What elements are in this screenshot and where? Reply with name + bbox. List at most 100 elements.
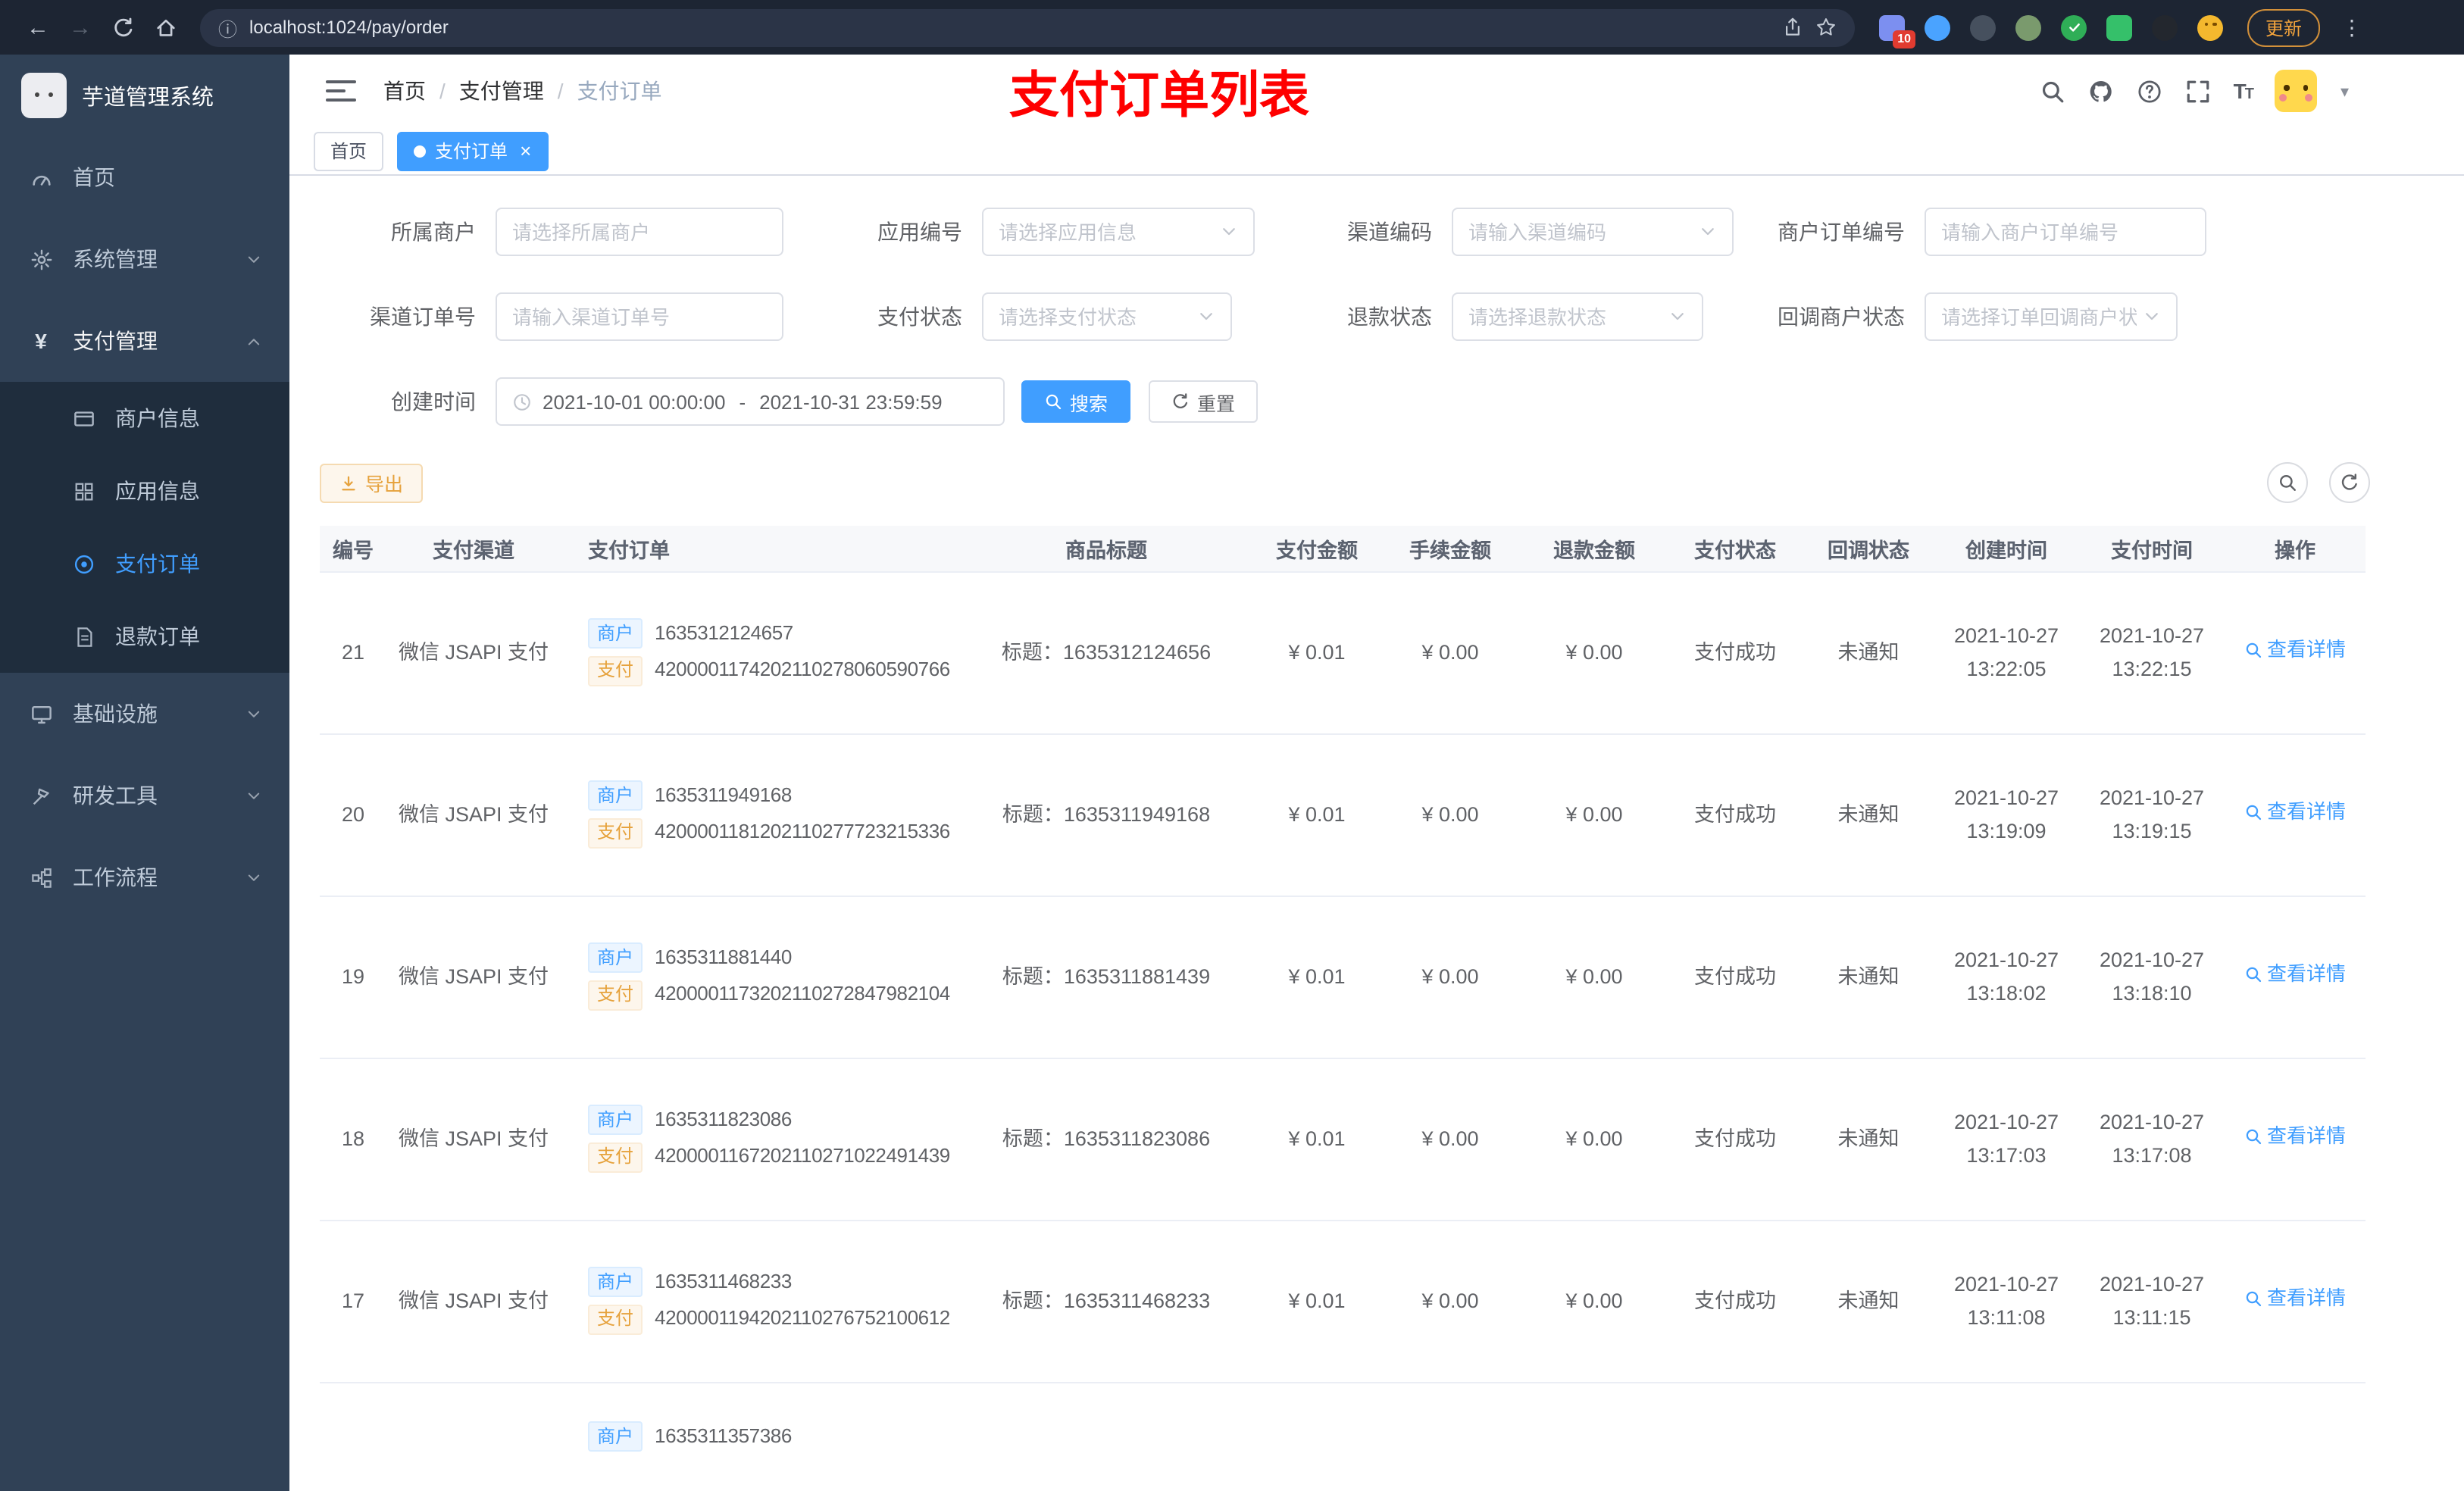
notify-status-input[interactable]	[1941, 305, 2137, 328]
sidebar-item-workflow[interactable]: 工作流程	[0, 836, 289, 918]
refresh-icon	[2340, 473, 2359, 492]
fee-amount-cell: ¥ 0.00	[1379, 733, 1521, 896]
refund-status-input[interactable]	[1468, 305, 1662, 328]
url-text[interactable]: localhost:1024/pay/order	[249, 17, 449, 38]
view-detail-link[interactable]: 查看详情	[2244, 1121, 2346, 1153]
extension-ghost-icon[interactable]	[2152, 14, 2178, 40]
filter-label: 渠道订单号	[370, 305, 476, 329]
view-detail-link[interactable]: 查看详情	[2244, 959, 2346, 991]
workflow-icon	[27, 866, 55, 889]
date-end[interactable]: 2021-10-31 23:59:59	[759, 390, 942, 413]
browser-forward-button[interactable]: →	[61, 8, 100, 47]
hide-search-button[interactable]	[2267, 462, 2308, 503]
channel-order-no-field[interactable]	[496, 292, 783, 341]
merchant-order-line: 商户 1635311823086	[588, 1105, 958, 1136]
face-eye-right	[2212, 22, 2216, 26]
user-avatar[interactable]	[2275, 70, 2318, 112]
fee-amount-cell: ¥ 0.00	[1379, 1220, 1521, 1383]
sidebar-toggle-icon[interactable]	[326, 80, 356, 102]
sidebar-item-payment[interactable]: ¥ 支付管理	[0, 300, 289, 382]
fullscreen-icon[interactable]	[2185, 78, 2211, 104]
merchant-order-no: 1635311468233	[655, 1269, 792, 1293]
order-id-cell: 17	[320, 1220, 386, 1383]
channel-code-select[interactable]	[1452, 208, 1734, 256]
share-icon[interactable]	[1782, 17, 1803, 38]
filter-row-1: 所属商户 应用编号 渠道编码 商户订单编号	[309, 208, 2464, 256]
extension-green-icon[interactable]	[2015, 14, 2041, 40]
user-caret-icon[interactable]: ▾	[2340, 81, 2349, 101]
refund-status-select[interactable]	[1452, 292, 1703, 341]
sidebar-item-label: 研发工具	[73, 783, 158, 808]
pay-order-cell: 商户 1635311468233 支付 42000011942021102767…	[561, 1220, 958, 1383]
browser-menu-icon[interactable]: ⋮	[2341, 14, 2362, 40]
sidebar-item-app-info[interactable]: 应用信息	[0, 455, 289, 527]
sidebar: 芋道管理系统 首页 系统管理 ¥ 支付管理 商户信息 应用信息 支付订单 退款订…	[0, 55, 289, 1491]
pay-time-cell: 2021-10-27 13:19:15	[2079, 733, 2225, 896]
browser-update-button[interactable]: 更新	[2247, 8, 2321, 46]
col-pay-time: 支付时间	[2079, 526, 2225, 572]
action-cell: 查看详情	[2225, 571, 2366, 734]
sidebar-item-merchant-info[interactable]: 商户信息	[0, 382, 289, 455]
merchant-select-input[interactable]	[512, 220, 767, 243]
breadcrumb-section[interactable]: 支付管理	[459, 76, 544, 106]
search-button[interactable]: 搜索	[1021, 380, 1131, 423]
sidebar-item-infra[interactable]: 基础设施	[0, 673, 289, 755]
export-button[interactable]: 导出	[320, 463, 424, 502]
browser-back-button[interactable]: ←	[18, 8, 58, 47]
view-detail-link[interactable]: 查看详情	[2244, 635, 2346, 667]
reset-button[interactable]: 重置	[1149, 380, 1259, 423]
extension-dark-icon[interactable]	[1970, 14, 1996, 40]
notify-status-select[interactable]	[1925, 292, 2178, 341]
font-small-glyph: T	[2244, 86, 2254, 103]
address-bar[interactable]: ⓘ localhost:1024/pay/order	[200, 8, 1855, 46]
create-time-cell: 2021-10-27 13:11:08	[1934, 1220, 2079, 1383]
app-no-select-input[interactable]	[999, 220, 1214, 243]
merchant-order-no-field[interactable]	[1925, 208, 2206, 256]
pay-amount-cell: ¥ 0.01	[1255, 733, 1379, 896]
col-pay-amount: 支付金额	[1255, 526, 1379, 572]
tab-pay-order[interactable]: 支付订单 ×	[397, 131, 549, 170]
github-icon[interactable]	[2088, 78, 2114, 104]
view-detail-link[interactable]: 查看详情	[2244, 1283, 2346, 1315]
extension-apps-icon[interactable]: 10	[1879, 14, 1915, 48]
refresh-table-button[interactable]	[2329, 462, 2370, 503]
breadcrumb-home[interactable]: 首页	[383, 76, 426, 106]
search-icon[interactable]	[2040, 78, 2065, 104]
font-size-icon[interactable]: TT	[2234, 79, 2254, 103]
app-no-select[interactable]	[982, 208, 1255, 256]
view-detail-link[interactable]: 查看详情	[2244, 797, 2346, 829]
sidebar-item-pay-order[interactable]: 支付订单	[0, 527, 289, 600]
refund-amount-cell: ¥ 0.00	[1521, 1058, 1667, 1221]
bookmark-star-icon[interactable]	[1815, 17, 1837, 38]
extension-check-icon[interactable]	[2061, 14, 2087, 40]
chevron-up-icon	[245, 333, 262, 349]
channel-code-input[interactable]	[1468, 220, 1693, 243]
app-logo[interactable]: 芋道管理系统	[0, 55, 289, 136]
pay-status-cell: 支付成功	[1667, 896, 1803, 1058]
date-start[interactable]: 2021-10-01 00:00:00	[543, 390, 725, 413]
extension-chat-icon[interactable]	[2106, 14, 2132, 40]
pay-status-input[interactable]	[999, 305, 1191, 328]
extension-drop-icon[interactable]	[1925, 14, 1950, 40]
tab-home[interactable]: 首页	[314, 131, 384, 170]
help-icon[interactable]	[2137, 78, 2162, 104]
check-icon	[2066, 20, 2081, 35]
sidebar-item-label: 退款订单	[115, 624, 200, 649]
channel-order-no-input[interactable]	[512, 305, 767, 328]
merchant-select[interactable]	[496, 208, 783, 256]
pay-amount-cell	[1255, 1382, 1379, 1491]
monitor-icon	[27, 702, 55, 725]
extension-face-icon[interactable]	[2197, 14, 2223, 40]
create-time-range-picker[interactable]: 2021-10-01 00:00:00 - 2021-10-31 23:59:5…	[496, 377, 1005, 426]
sidebar-item-devtools[interactable]: 研发工具	[0, 755, 289, 836]
sidebar-item-home[interactable]: 首页	[0, 136, 289, 218]
tab-close-icon[interactable]: ×	[520, 139, 531, 162]
browser-home-button[interactable]	[145, 8, 185, 47]
pay-status-select[interactable]	[982, 292, 1232, 341]
browser-reload-button[interactable]	[103, 8, 142, 47]
site-info-icon[interactable]: ⓘ	[218, 13, 237, 42]
sidebar-item-system[interactable]: 系统管理	[0, 218, 289, 300]
sidebar-item-refund-order[interactable]: 退款订单	[0, 600, 289, 673]
navbar-tools: TT ▾	[2040, 70, 2443, 112]
merchant-order-no-input[interactable]	[1941, 220, 2190, 243]
